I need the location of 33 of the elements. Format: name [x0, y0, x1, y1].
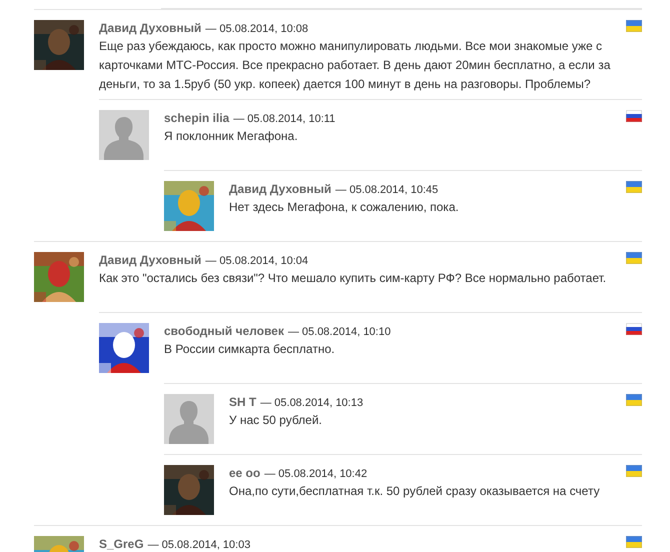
comment-date: — 05.08.2014, 10:08 [205, 23, 308, 35]
flag-icon [626, 181, 642, 193]
comment-date: — 05.08.2014, 10:45 [335, 184, 438, 196]
comment-date: — 05.08.2014, 10:13 [260, 397, 364, 409]
author-name[interactable]: ee oo [229, 466, 260, 480]
author-name[interactable]: Давид Духовный [229, 182, 332, 196]
comment-date: — 05.08.2014, 10:04 [205, 255, 308, 267]
comment-text: Как это "остались без связи"? Что мешало купить сим-карту РФ? Все нормально работает. [99, 270, 608, 287]
comment-text: Нет здесь Мегафона, к сожалению, пока. [229, 199, 460, 216]
flag-icon [626, 110, 642, 122]
flag-icon [626, 20, 642, 32]
flag-icon [626, 323, 642, 335]
comment-text: Она,по сути,бесплатная т.к. 50 рублей сразу оказывается на счету [229, 483, 601, 500]
flag-icon [626, 465, 642, 477]
flag-icon [626, 252, 642, 264]
comment-text: У нас 50 рублей. [229, 412, 323, 429]
author-name[interactable]: свободный человек [164, 324, 284, 338]
comment-date: — 05.08.2014, 10:11 [233, 113, 336, 125]
comment-text: Еще раз убеждаюсь, как просто можно манипулировать людьми. Все мои знакомые уже с карточками МТС-Россия. Все прекрасно работает. В день дают 20мин бесплатно, а если за деньги, то за 1.5руб (50 укр. копеек) дается 100 минут в день на разговоры. Проблемы? [99, 38, 612, 93]
comment-text: Я поклонник Мегафона. [164, 128, 299, 145]
comment-date: — 05.08.2014, 10:42 [264, 468, 368, 480]
avatar-icon [99, 110, 149, 160]
comment-text: В России симкарта бесплатно. [164, 341, 336, 358]
flag-icon [626, 536, 642, 548]
author-name[interactable]: S_GreG [99, 537, 144, 551]
author-name[interactable]: SH T [229, 395, 256, 409]
flag-icon [626, 394, 642, 406]
author-name[interactable]: schepin ilia [164, 111, 230, 125]
author-name[interactable]: Давид Духовный [99, 253, 202, 267]
comment-date: — 05.08.2014, 10:10 [288, 326, 391, 338]
author-name[interactable]: Давид Духовный [99, 21, 202, 35]
comment-date: — 05.08.2014, 10:03 [148, 539, 250, 551]
avatar-icon [164, 394, 214, 444]
